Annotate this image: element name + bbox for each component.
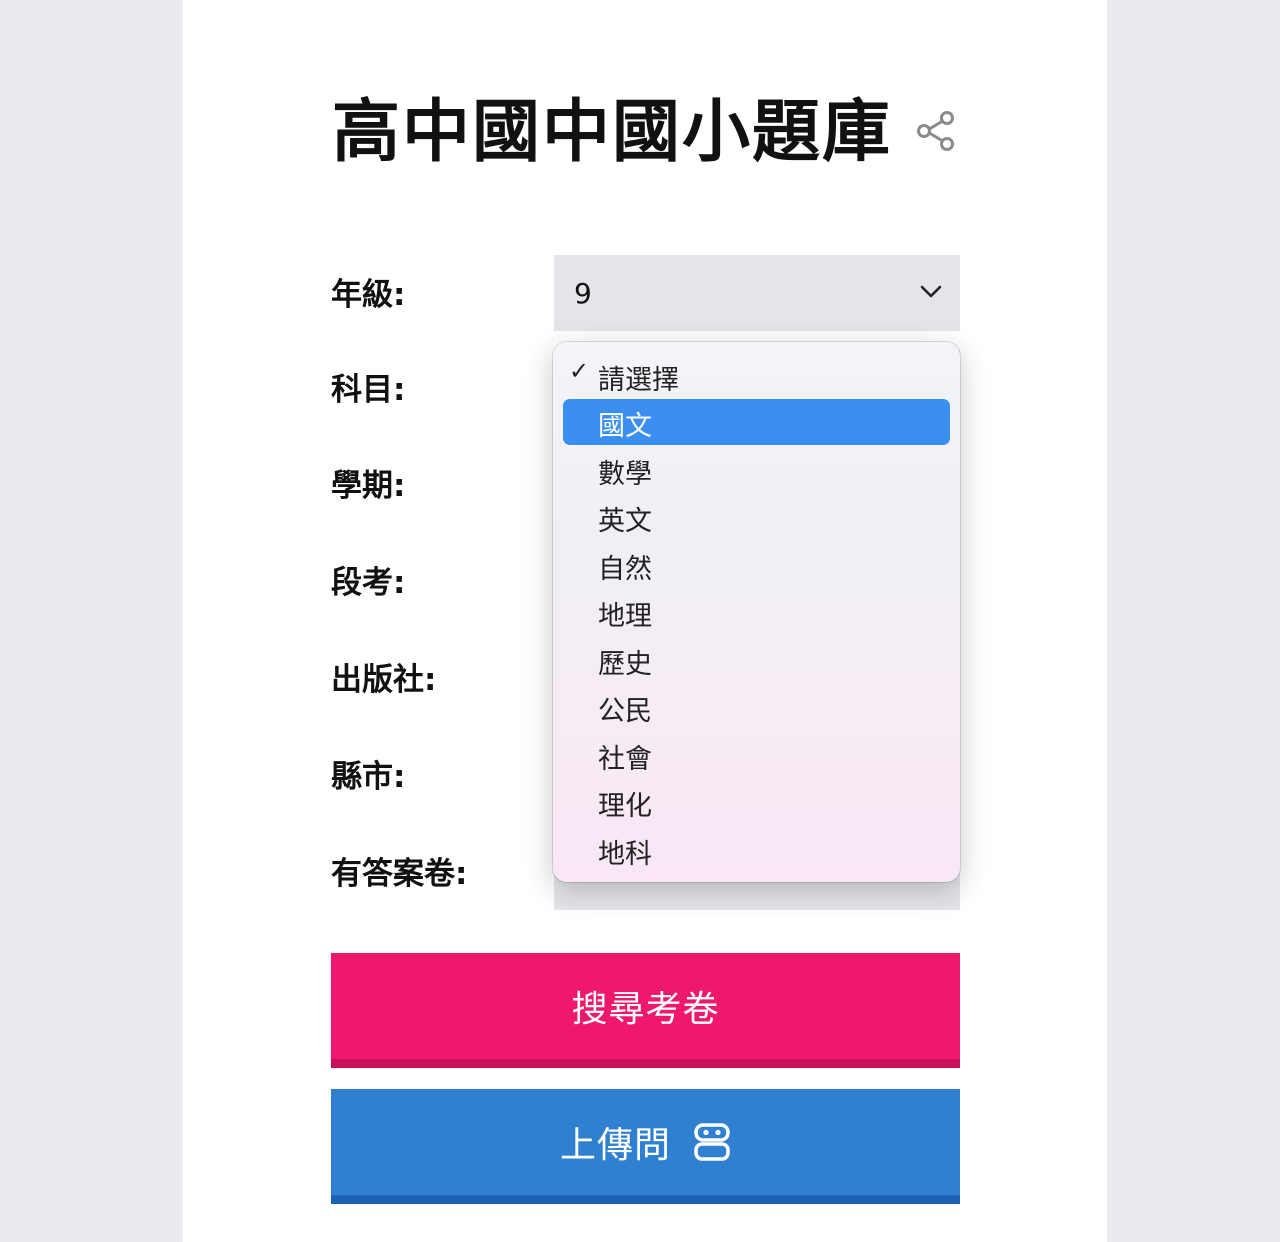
dropdown-option-label: 社會 (598, 744, 652, 775)
title-row: 高中國中國小題庫 (183, 80, 1107, 172)
dropdown-option[interactable]: 數學 (563, 447, 950, 493)
dropdown-option[interactable]: 社會 (563, 732, 950, 778)
dropdown-option-label: 請選擇 (598, 365, 679, 396)
grade-select[interactable]: 9 (554, 255, 960, 331)
publisher-label: 出版社: (331, 662, 437, 698)
dropdown-option-label: 數學 (598, 459, 652, 490)
subject-dropdown-menu: ✓ 請選擇 國文 數學 英文 自然 地理 歷史 公民 社會 理化 地科 (553, 342, 960, 882)
dropdown-option-label: 自然 (598, 554, 652, 585)
dropdown-option[interactable]: 自然 (563, 542, 950, 588)
dropdown-option[interactable]: 歷史 (563, 637, 950, 683)
dropdown-option-label: 公民 (598, 696, 652, 727)
grade-label: 年級: (331, 277, 406, 313)
share-icon[interactable] (914, 109, 958, 153)
dropdown-option[interactable]: 理化 (563, 779, 950, 825)
dropdown-option[interactable]: ✓ 請選擇 (563, 353, 950, 399)
dropdown-option-label: 國文 (598, 411, 652, 442)
dropdown-option[interactable]: 地科 (563, 827, 950, 873)
dropdown-option-label: 理化 (598, 791, 652, 822)
dropdown-option-label: 英文 (598, 506, 652, 537)
answer-label: 有答案卷: (331, 856, 468, 892)
form-row-grade: 年級: 9 (331, 255, 961, 331)
robot-icon (693, 1122, 731, 1162)
dropdown-option-label: 歷史 (598, 649, 652, 680)
dropdown-option[interactable]: 地理 (563, 589, 950, 635)
dropdown-option[interactable]: 英文 (563, 494, 950, 540)
upload-button-label: 上傳問 (559, 1125, 671, 1166)
dropdown-option-label: 地理 (598, 601, 652, 632)
search-button-label: 搜尋考卷 (571, 989, 720, 1030)
chevron-down-icon (920, 285, 942, 298)
city-label: 縣市: (331, 759, 406, 795)
exam-label: 段考: (331, 565, 406, 601)
checkmark-icon: ✓ (569, 357, 590, 385)
dropdown-option-highlighted[interactable]: 國文 (563, 399, 950, 445)
upload-button[interactable]: 上傳問 (331, 1089, 960, 1204)
semester-label: 學期: (331, 468, 406, 504)
subject-label: 科目: (331, 372, 406, 408)
grade-select-value: 9 (574, 277, 592, 310)
dropdown-option[interactable]: 公民 (563, 684, 950, 730)
search-button[interactable]: 搜尋考卷 (331, 953, 960, 1068)
page-title: 高中國中國小題庫 (331, 92, 892, 172)
dropdown-option-label: 地科 (598, 839, 652, 870)
